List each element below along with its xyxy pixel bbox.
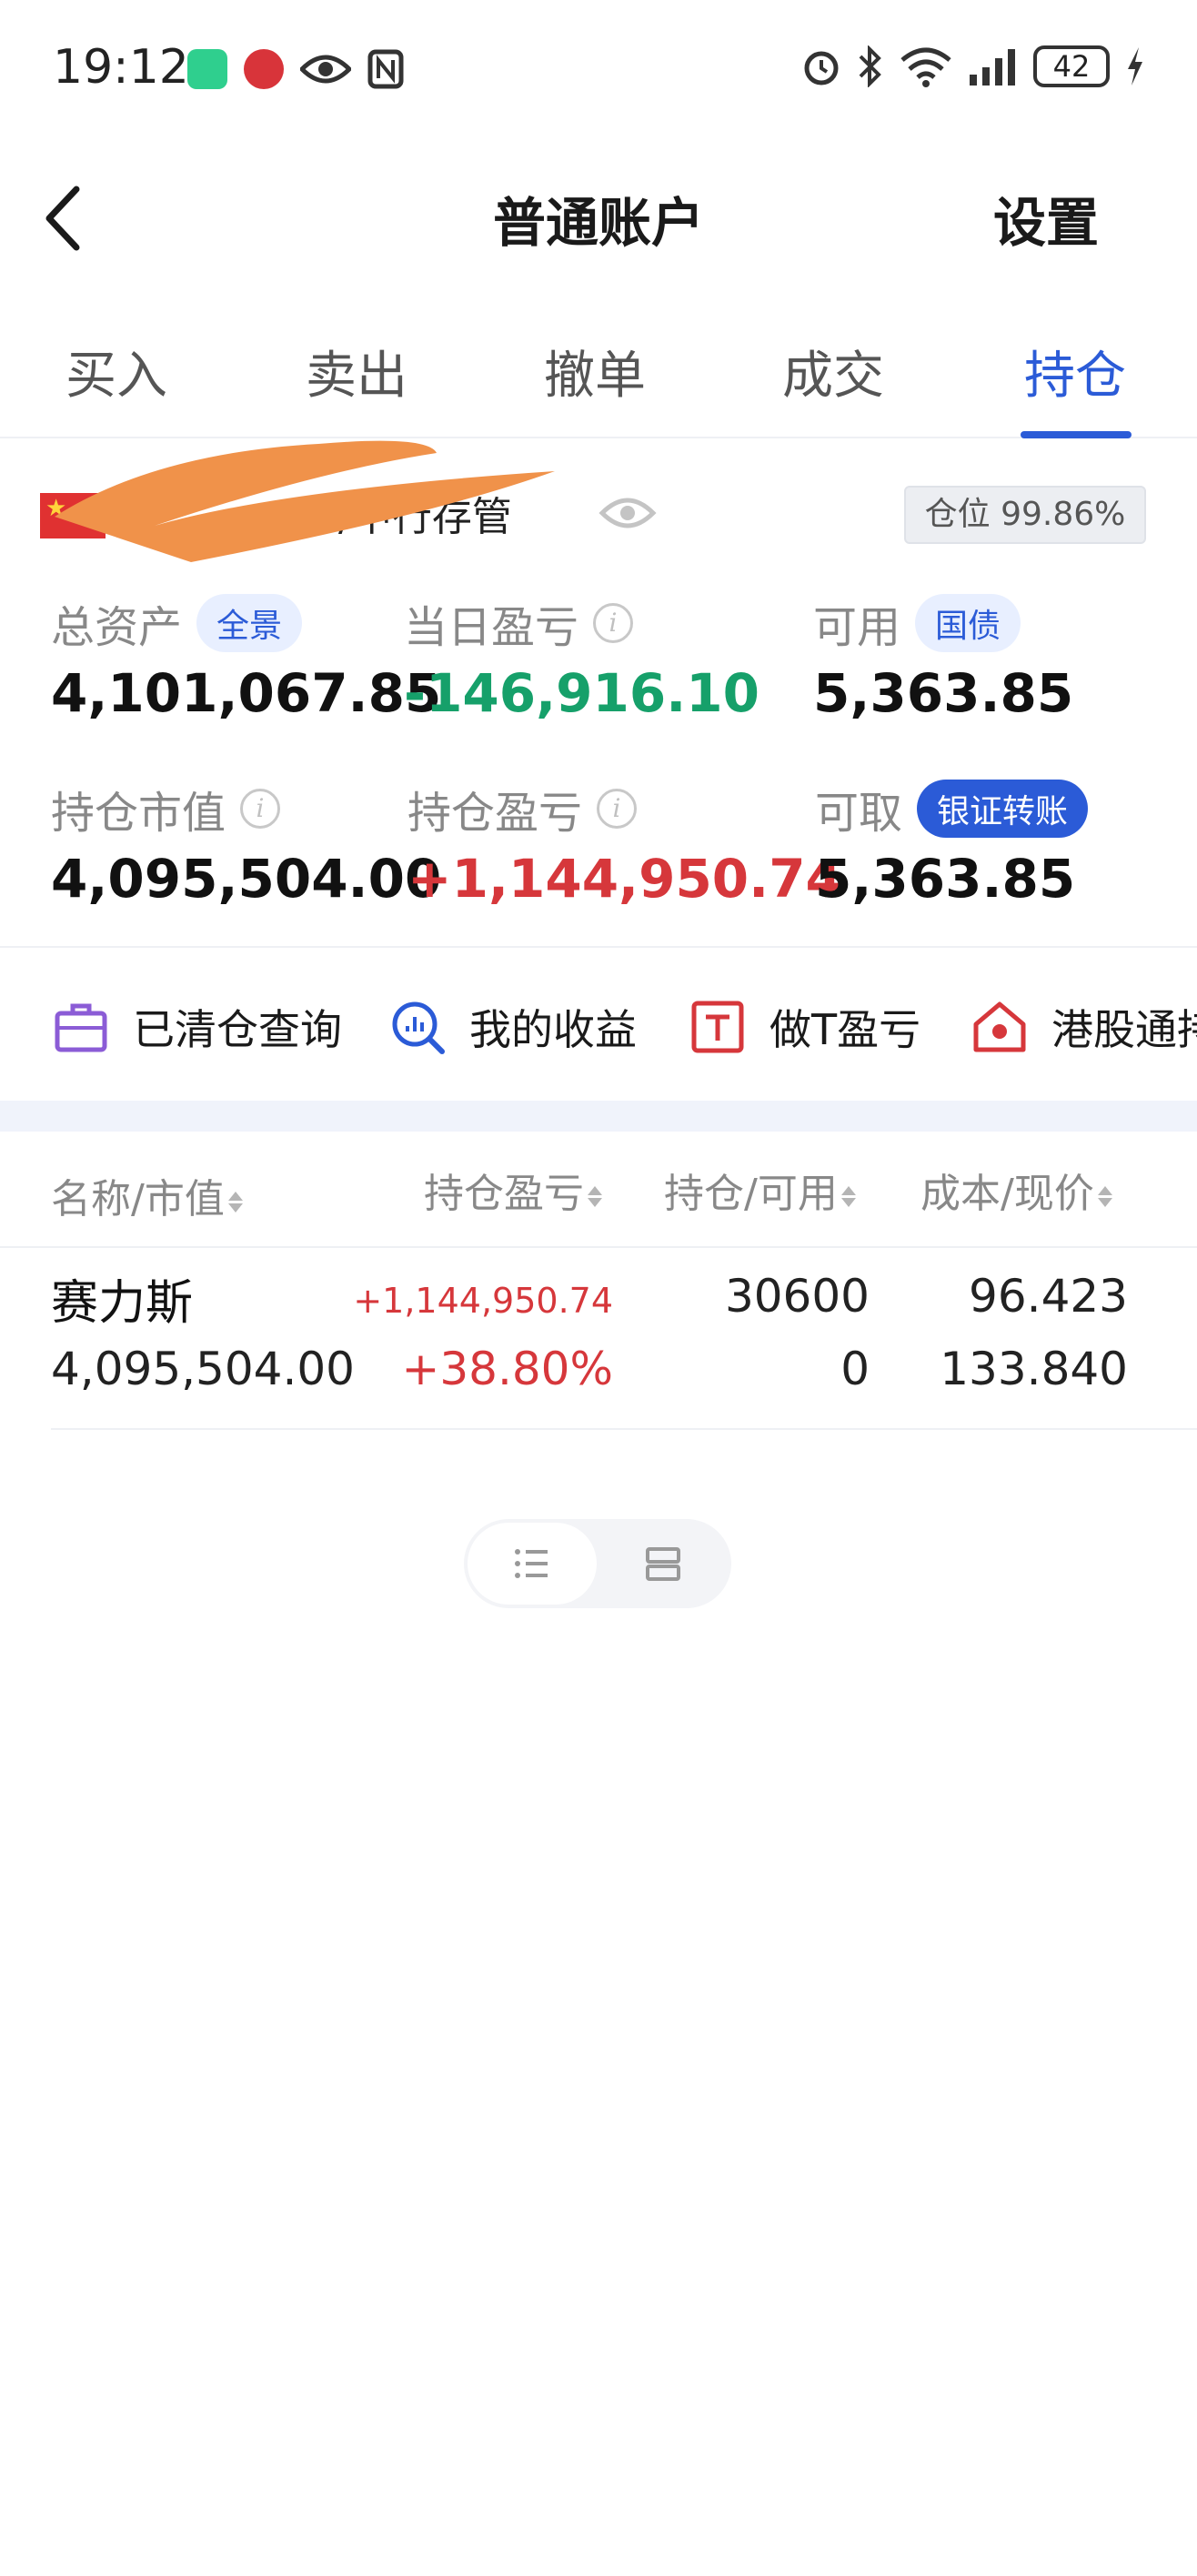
sort-icon	[227, 1191, 245, 1213]
sort-icon	[840, 1185, 858, 1207]
status-right-icons: 42	[800, 45, 1146, 87]
status-left-icons	[187, 49, 404, 89]
stock-holding: 30600	[724, 1270, 870, 1323]
header-label: 成本/现价	[920, 1171, 1094, 1217]
view-mode-toggle	[464, 1519, 731, 1608]
quick-action-cleared-positions[interactable]: 已清仓查询	[53, 997, 342, 1057]
account-row: ★ /中行存管 仓位 99.86%	[0, 440, 1197, 562]
stock-pl-percent: +38.80%	[401, 1343, 613, 1395]
metric-market-value: 持仓市值 i 4,095,504.00	[51, 777, 441, 910]
available-value: 5,363.85	[813, 662, 1074, 724]
treasury-bond-chip[interactable]: 国债	[915, 594, 1021, 652]
status-bar: 19:12 42	[0, 0, 1197, 146]
row-divider	[51, 1428, 1197, 1430]
divider	[0, 946, 1197, 948]
stock-price: 133.840	[940, 1343, 1128, 1395]
metric-daily-pl: 当日盈亏 i -146,916.10	[404, 591, 759, 724]
quick-action-t-trade-pl[interactable]: 做T盈亏	[689, 997, 920, 1057]
metric-position-pl: 持仓盈亏 i +1,144,950.74	[407, 777, 842, 910]
settings-button[interactable]: 设置	[993, 180, 1099, 257]
redaction-scribble	[55, 440, 555, 562]
metric-total-assets: 总资产 全景 4,101,067.85	[51, 591, 441, 724]
status-time: 19:12	[53, 40, 189, 95]
position-ratio-badge: 仓位 99.86%	[904, 486, 1146, 544]
overview-chip[interactable]: 全景	[196, 594, 303, 652]
alarm-icon	[804, 51, 839, 86]
signal-icon	[970, 49, 1015, 86]
tab-sell[interactable]: 卖出	[306, 335, 407, 408]
briefcase-icon	[55, 1003, 107, 1052]
tab-cancel-order[interactable]: 撤单	[544, 335, 646, 408]
bank-transfer-button[interactable]: 银证转账	[917, 780, 1089, 838]
bluetooth-icon	[859, 45, 881, 87]
market-value-value: 4,095,504.00	[51, 848, 442, 910]
toggle-visibility-icon[interactable]	[598, 493, 657, 533]
active-tab-indicator	[1021, 431, 1132, 438]
total-assets-value: 4,101,067.85	[51, 662, 442, 724]
holdings-table-header: 名称/市值 持仓盈亏 持仓/可用 成本/现价	[0, 1132, 1197, 1248]
house-flower-icon	[973, 1001, 1026, 1052]
nav-header: 普通账户 设置	[0, 146, 1197, 282]
header-label: 名称/市值	[51, 1176, 225, 1223]
metric-label: 可取	[815, 788, 903, 839]
list-view-button[interactable]	[468, 1523, 597, 1605]
section-gap	[0, 1101, 1197, 1132]
eye-status-icon	[300, 55, 351, 84]
stock-pl: +1,144,950.74	[353, 1281, 613, 1321]
metric-label: 持仓盈亏	[407, 788, 583, 839]
quick-action-my-earnings[interactable]: 我的收益	[389, 997, 637, 1057]
metric-label: 总资产	[51, 602, 183, 653]
quick-action-label: 港股通持	[1051, 1005, 1197, 1054]
info-icon[interactable]: i	[240, 789, 281, 829]
quick-action-label: 做T盈亏	[770, 1005, 921, 1054]
header-name-value[interactable]: 名称/市值	[51, 1166, 245, 1224]
header-cost-price[interactable]: 成本/现价	[920, 1161, 1114, 1219]
tab-buy[interactable]: 买入	[65, 335, 167, 408]
app-notification-icon	[187, 49, 227, 89]
stock-available: 0	[840, 1343, 870, 1395]
quick-action-label: 我的收益	[469, 1005, 637, 1054]
sort-icon	[588, 1185, 604, 1207]
quick-action-label: 已清仓查询	[133, 1005, 342, 1054]
metric-label: 可用	[813, 602, 901, 653]
info-icon[interactable]: i	[593, 603, 634, 643]
quick-actions-bar: 已清仓查询 我的收益 做T盈亏 港股通持	[0, 964, 1197, 1082]
tab-deals[interactable]: 成交	[782, 335, 884, 408]
charging-icon	[1128, 47, 1142, 86]
list-icon	[515, 1549, 548, 1578]
quick-action-hk-connect[interactable]: 港股通持	[971, 997, 1197, 1057]
info-icon[interactable]: i	[597, 789, 638, 829]
position-pl-value: +1,144,950.74	[407, 848, 842, 910]
table-row[interactable]: 赛力斯 4,095,504.00 +1,144,950.74 +38.80% 3…	[0, 1248, 1197, 1430]
wifi-icon	[900, 47, 951, 87]
metric-label: 持仓市值	[51, 788, 226, 839]
metric-label: 当日盈亏	[404, 602, 579, 653]
daily-pl-value: -146,916.10	[404, 662, 759, 724]
nfc-icon	[367, 49, 404, 89]
metric-available: 可用 国债 5,363.85	[813, 591, 1073, 724]
metric-withdrawable: 可取 银证转账 5,363.85	[815, 777, 1089, 910]
header-label: 持仓/可用	[664, 1171, 838, 1217]
header-holding-available[interactable]: 持仓/可用	[664, 1161, 858, 1219]
withdrawable-value: 5,363.85	[815, 848, 1076, 910]
search-chart-icon	[392, 1001, 445, 1054]
stock-cost: 96.423	[969, 1270, 1128, 1323]
stock-market-value: 4,095,504.00	[51, 1343, 355, 1395]
tab-holdings[interactable]: 持仓	[1024, 335, 1126, 408]
sort-icon	[1097, 1185, 1114, 1207]
header-label: 持仓盈亏	[424, 1171, 584, 1217]
stock-name: 赛力斯	[51, 1276, 194, 1331]
card-view-button[interactable]	[598, 1523, 728, 1605]
header-position-pl[interactable]: 持仓盈亏	[424, 1161, 604, 1219]
card-icon	[646, 1547, 680, 1581]
bank-notification-icon	[244, 49, 284, 89]
t-square-icon	[691, 1001, 744, 1053]
battery-icon: 42	[1033, 45, 1110, 87]
